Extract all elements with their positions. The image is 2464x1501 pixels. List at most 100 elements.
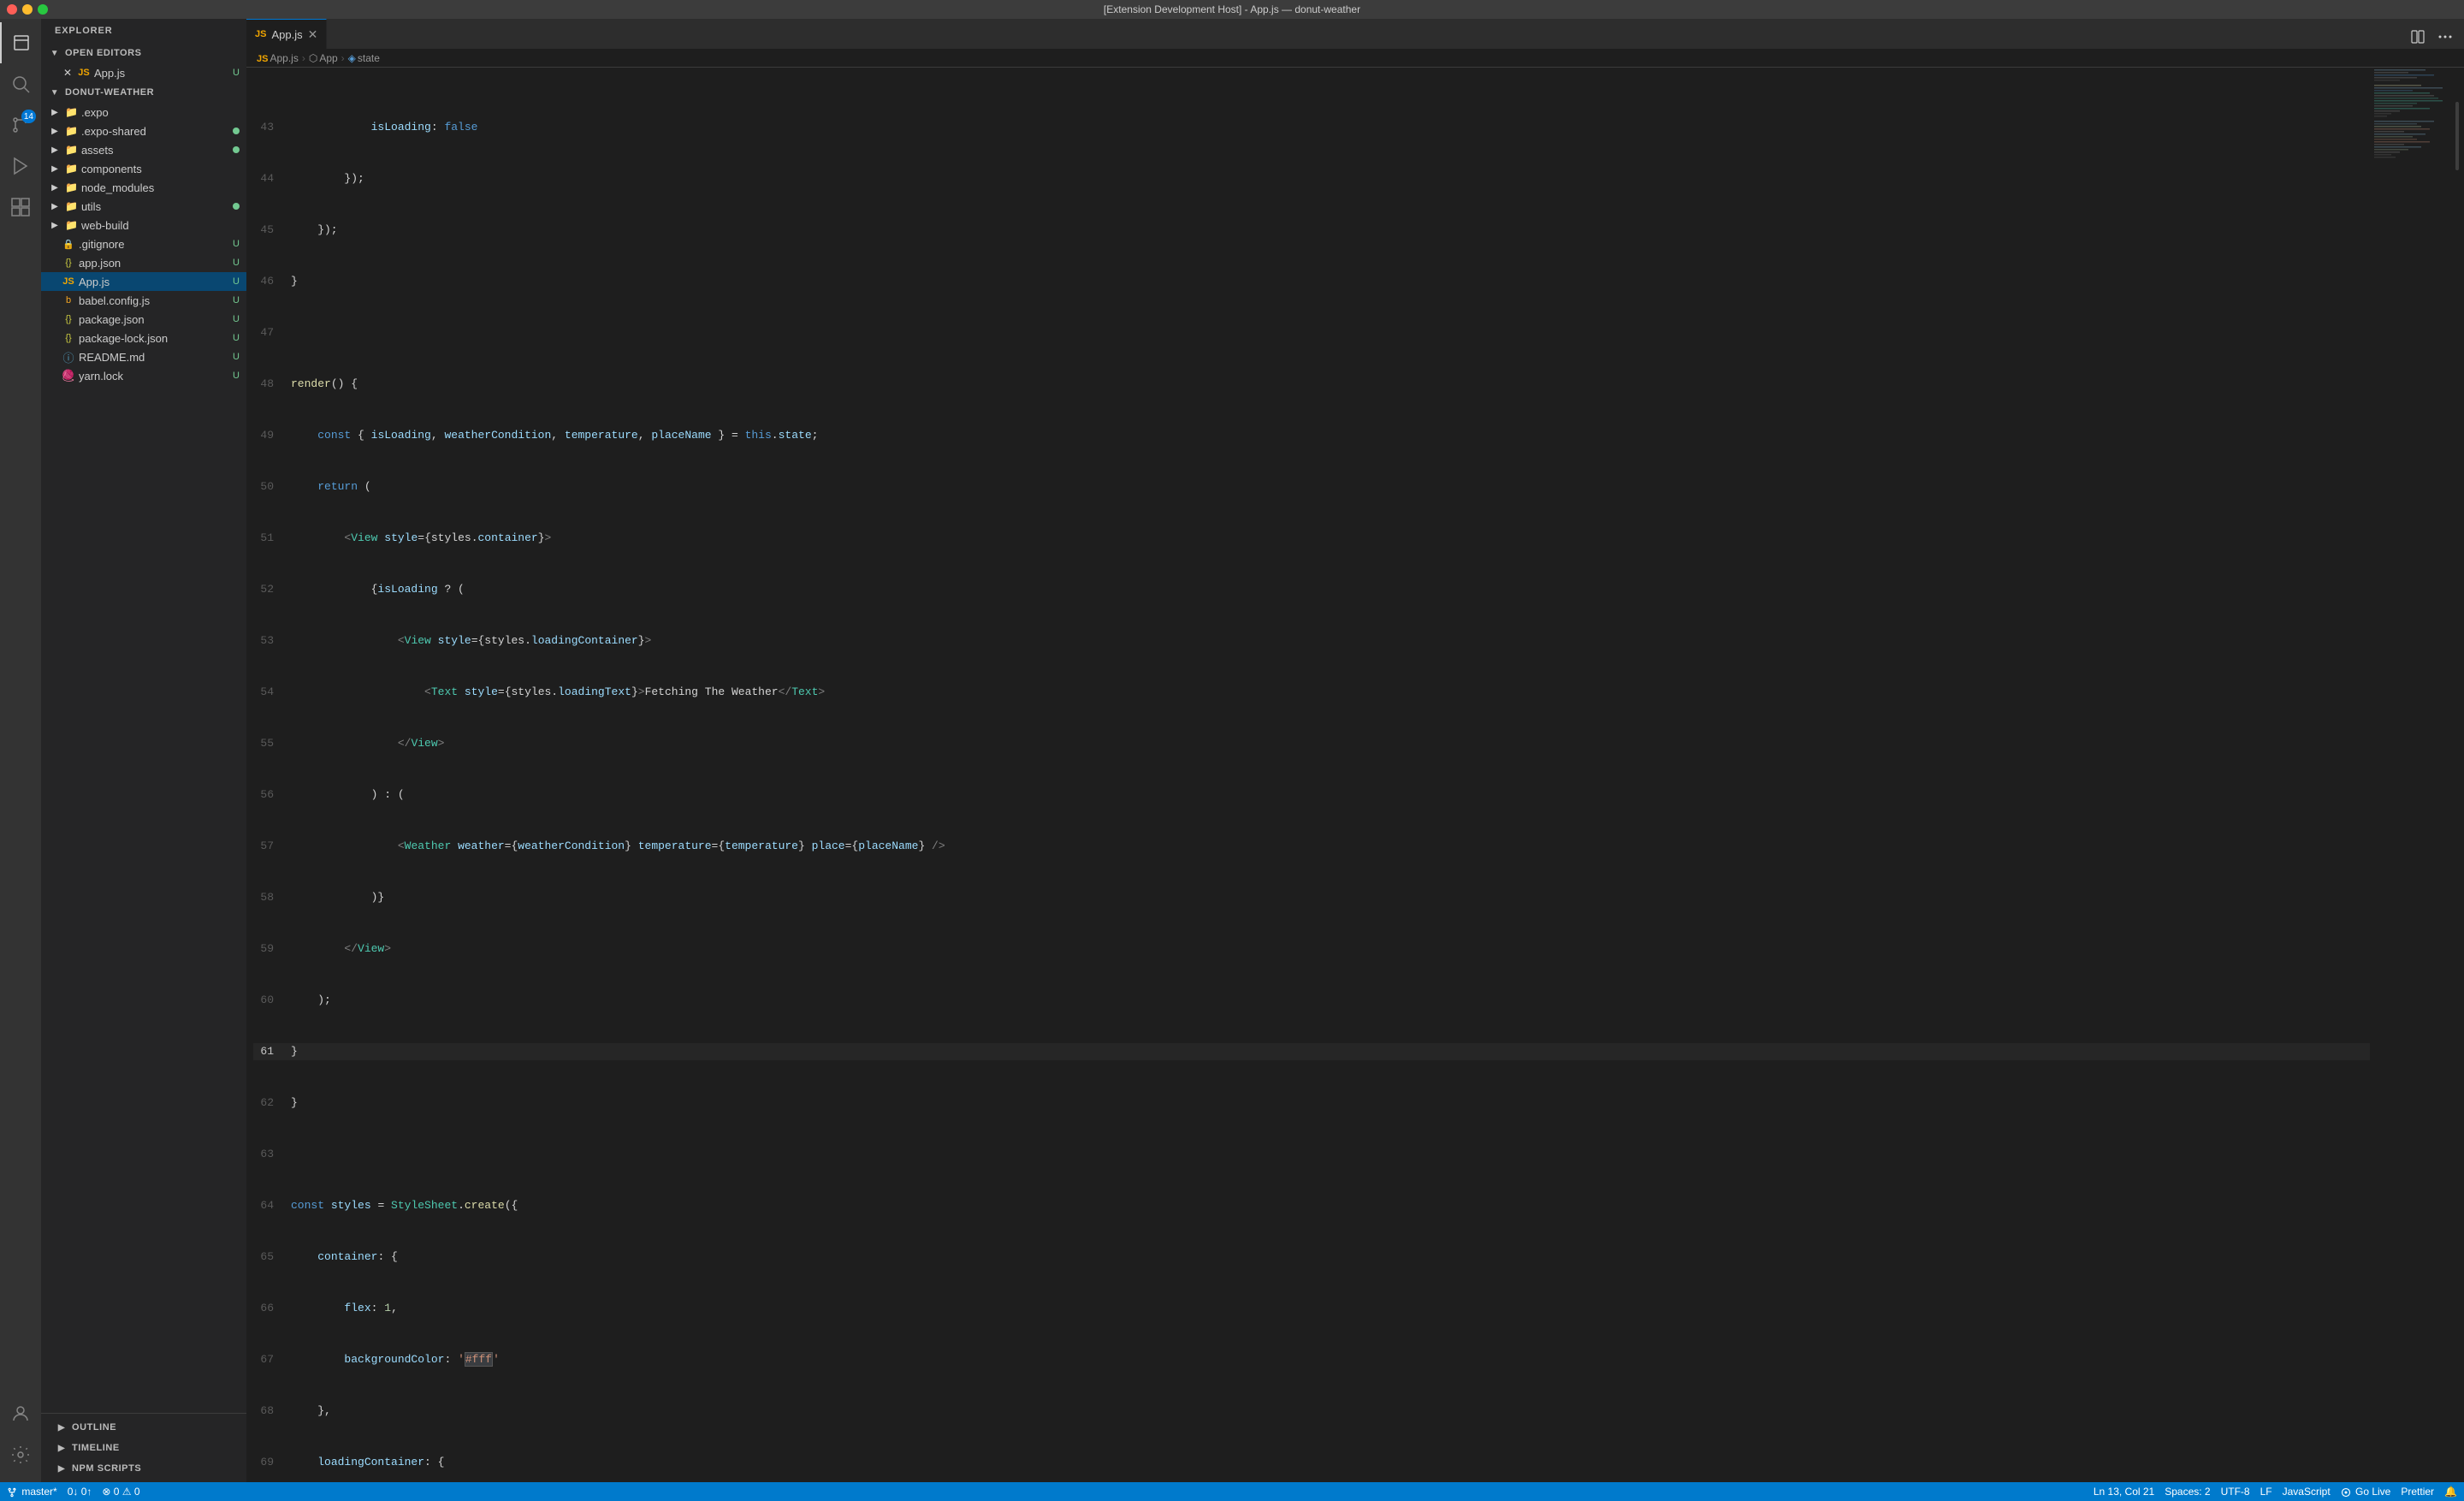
- code-editor[interactable]: 43 isLoading: false 44 }); 45 }); 46 }: [246, 68, 2370, 1482]
- code-line-61: 61 }: [253, 1043, 2370, 1060]
- npm-scripts-section[interactable]: ▶ NPM SCRIPTS: [41, 1458, 246, 1479]
- line-number: 48: [253, 376, 287, 393]
- timeline-section[interactable]: ▶ TIMELINE: [41, 1438, 246, 1458]
- js-file-icon: JS: [62, 275, 75, 288]
- file-label: app.json: [79, 257, 233, 270]
- line-number: 55: [253, 735, 287, 752]
- line-code: flex: 1,: [287, 1300, 2370, 1317]
- folder-label: .expo: [81, 106, 109, 119]
- line-code: const styles = StyleSheet.create({: [287, 1197, 2370, 1214]
- minimize-button[interactable]: [22, 4, 33, 15]
- open-file-name: App.js: [94, 67, 233, 80]
- explorer-activity-icon[interactable]: [0, 22, 41, 63]
- folder-expo[interactable]: ▶ 📁 .expo: [41, 103, 246, 122]
- file-badge: U: [233, 258, 240, 268]
- breadcrumb-file[interactable]: JSApp.js: [257, 52, 299, 64]
- timeline-label: TIMELINE: [72, 1443, 120, 1453]
- file-label: README.md: [79, 351, 233, 364]
- file-label: .gitignore: [79, 238, 233, 251]
- close-icon[interactable]: ✕: [62, 67, 74, 79]
- npm-scripts-label: NPM SCRIPTS: [72, 1463, 141, 1474]
- open-editors-section[interactable]: ▼ OPEN EDITORS: [41, 43, 246, 63]
- maximize-button[interactable]: [38, 4, 48, 15]
- line-number: 67: [253, 1351, 287, 1368]
- tab-appjs[interactable]: JS App.js ✕: [246, 19, 327, 49]
- file-packagelockjson[interactable]: {} package-lock.json U: [41, 329, 246, 347]
- bell-status[interactable]: 🔔: [2444, 1486, 2457, 1498]
- breadcrumb-class[interactable]: ⬡App: [309, 52, 338, 64]
- branch-status[interactable]: master*: [7, 1486, 57, 1498]
- folder-node-modules[interactable]: ▶ 📁 node_modules: [41, 178, 246, 197]
- folder-icon: 📁: [65, 163, 78, 175]
- split-editor-icon[interactable]: [2406, 25, 2430, 49]
- file-readmemd[interactable]: ⓘ README.md U: [41, 347, 246, 366]
- language-status[interactable]: JavaScript: [2283, 1486, 2331, 1498]
- search-activity-icon[interactable]: [0, 63, 41, 104]
- line-code: },: [287, 1403, 2370, 1420]
- close-button[interactable]: [7, 4, 17, 15]
- project-chevron: ▼: [48, 86, 62, 99]
- folder-icon: 📁: [65, 106, 78, 118]
- encoding-status[interactable]: UTF-8: [2221, 1486, 2250, 1498]
- extensions-activity-icon[interactable]: [0, 187, 41, 228]
- code-line-66: 66 flex: 1,: [253, 1300, 2370, 1317]
- run-activity-icon[interactable]: [0, 145, 41, 187]
- file-gitignore[interactable]: 🔒 .gitignore U: [41, 234, 246, 253]
- folder-label: components: [81, 163, 142, 175]
- folder-chevron: ▶: [48, 181, 62, 194]
- code-line-49: 49 const { isLoading, weatherCondition, …: [253, 427, 2370, 444]
- editor-content[interactable]: 43 isLoading: false 44 }); 45 }); 46 }: [246, 68, 2464, 1482]
- file-appjson[interactable]: {} app.json U: [41, 253, 246, 272]
- folder-expo-shared[interactable]: ▶ 📁 .expo-shared: [41, 122, 246, 140]
- line-number: 46: [253, 273, 287, 290]
- file-badge: U: [233, 276, 240, 287]
- line-code: <View style={styles.container}>: [287, 530, 2370, 547]
- folder-utils[interactable]: ▶ 📁 utils: [41, 197, 246, 216]
- open-file-appjs[interactable]: ✕ JS App.js U: [41, 63, 246, 82]
- breadcrumb-sep: ›: [302, 52, 305, 64]
- line-col-status[interactable]: Ln 13, Col 21: [2094, 1486, 2154, 1498]
- source-control-activity-icon[interactable]: 14: [0, 104, 41, 145]
- tabs-bar: JS App.js ✕: [246, 19, 2464, 49]
- settings-activity-icon[interactable]: [0, 1434, 41, 1475]
- file-packagejson[interactable]: {} package.json U: [41, 310, 246, 329]
- js-file-icon: b: [62, 294, 75, 307]
- prettier-status[interactable]: Prettier: [2401, 1486, 2434, 1498]
- outline-chevron: ▶: [55, 1421, 68, 1434]
- spaces-status[interactable]: Spaces: 2: [2165, 1486, 2210, 1498]
- outline-section[interactable]: ▶ OUTLINE: [41, 1417, 246, 1438]
- breadcrumb-member[interactable]: ◈state: [348, 52, 380, 64]
- open-file-badge: U: [233, 68, 240, 78]
- project-section[interactable]: ▼ DONUT-WEATHER: [41, 82, 246, 103]
- tab-close-icon[interactable]: ✕: [308, 28, 318, 40]
- line-number: 60: [253, 992, 287, 1009]
- folder-assets[interactable]: ▶ 📁 assets: [41, 140, 246, 159]
- line-number: 43: [253, 119, 287, 136]
- code-line-63: 63: [253, 1146, 2370, 1163]
- file-appjs[interactable]: JS App.js U: [41, 272, 246, 291]
- line-ending-status[interactable]: LF: [2260, 1486, 2272, 1498]
- file-label: yarn.lock: [79, 370, 233, 383]
- account-activity-icon[interactable]: [0, 1393, 41, 1434]
- sidebar: EXPLORER ▼ OPEN EDITORS ✕ JS App.js U ▼ …: [41, 19, 246, 1482]
- file-babelconfig[interactable]: b babel.config.js U: [41, 291, 246, 310]
- status-bar: master* 0↓ 0↑ ⊗ 0 ⚠ 0 Ln 13, Col 21 Spac…: [0, 1482, 2464, 1501]
- folder-web-build[interactable]: ▶ 📁 web-build: [41, 216, 246, 234]
- folder-chevron: ▶: [48, 218, 62, 232]
- file-label: babel.config.js: [79, 294, 233, 307]
- code-line-69: 69 loadingContainer: {: [253, 1454, 2370, 1471]
- go-live-status[interactable]: Go Live: [2341, 1486, 2391, 1498]
- line-number: 69: [253, 1454, 287, 1471]
- folder-components[interactable]: ▶ 📁 components: [41, 159, 246, 178]
- titlebar-controls: [7, 4, 48, 15]
- errors-status[interactable]: ⊗ 0 ⚠ 0: [102, 1486, 139, 1498]
- breadcrumb-sep2: ›: [341, 52, 345, 64]
- code-line-44: 44 });: [253, 170, 2370, 187]
- file-yarnlock[interactable]: 🧶 yarn.lock U: [41, 366, 246, 385]
- more-actions-icon[interactable]: [2433, 25, 2457, 49]
- line-number: 59: [253, 940, 287, 958]
- line-number: 66: [253, 1300, 287, 1317]
- sync-status[interactable]: 0↓ 0↑: [68, 1486, 92, 1498]
- line-code: <View style={styles.loadingContainer}>: [287, 632, 2370, 650]
- activity-bar: 14: [0, 19, 41, 1482]
